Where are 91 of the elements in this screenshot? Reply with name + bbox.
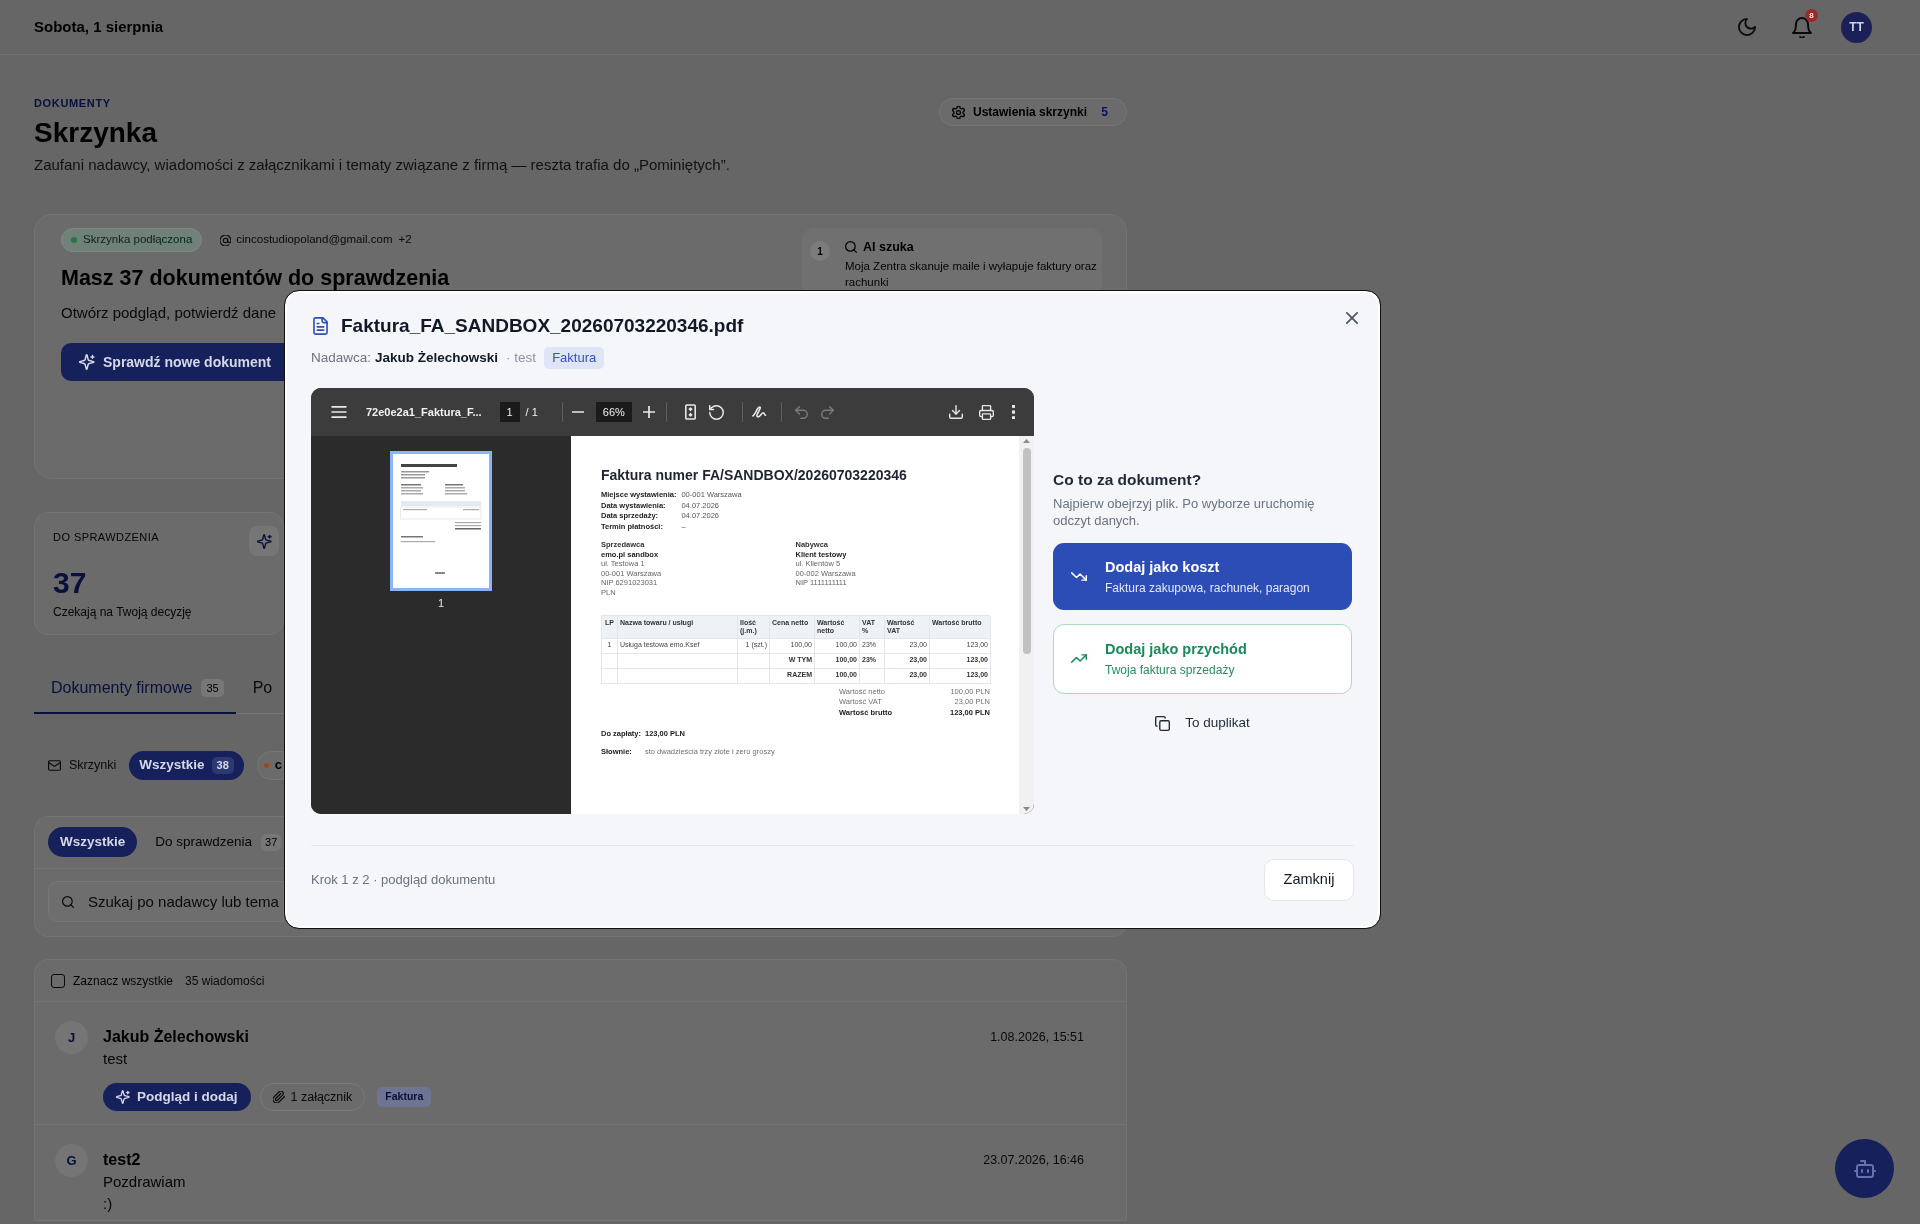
page-subtitle: Zaufani nadawcy, wiadomości z załącznikami i tematy związane z firmą — reszta trafia do „Pominiętych”. — [34, 155, 730, 175]
copy-icon — [1155, 716, 1171, 731]
add-as-income-button[interactable]: Dodaj jako przychód Twoja faktura sprzedaży — [1053, 623, 1352, 694]
user-avatar[interactable]: TT — [1841, 11, 1872, 43]
preview-and-add-button[interactable]: Podgląd i dodaj — [103, 1083, 251, 1111]
message-date: 23.07.2026, 16:46 — [983, 1152, 1084, 1169]
empty-table-cell — [860, 668, 885, 684]
mailbox-filter-label: Skrzynki — [69, 756, 117, 774]
sparkle-icon — [116, 1090, 130, 1104]
file-name: 72e0e2a1_Faktura_F... — [366, 404, 482, 420]
gear-icon — [952, 105, 965, 119]
extra-accounts-count: +2 — [398, 232, 412, 248]
tab[interactable]: Dokumenty firmowe 35 — [34, 663, 236, 714]
notification-count: 8 — [1805, 8, 1818, 22]
page-number-field[interactable]: 1 — [499, 402, 520, 422]
check-documents-button[interactable]: Sprawdź nowe dokument — [61, 343, 284, 381]
section-eyebrow: DOKUMENTY — [34, 97, 112, 110]
duplicate-button[interactable]: To duplikat — [1155, 713, 1250, 734]
close-button[interactable]: Zamknij — [1264, 859, 1354, 901]
sender-name: Jakub Żelechowski — [103, 1027, 250, 1047]
page-title: Skrzynka — [34, 116, 159, 150]
select-all-checkbox[interactable] — [51, 973, 65, 988]
add-as-cost-button[interactable]: Dodaj jako koszt Faktura zakupowa, rachunek, paragon — [1053, 542, 1352, 610]
bell-icon[interactable] — [1792, 16, 1812, 38]
download-icon[interactable] — [949, 405, 963, 419]
scrollbar[interactable] — [1019, 436, 1034, 814]
document-type-tag: Faktura — [377, 1087, 432, 1107]
step-description: Moja Zentra skanuje maile i wyłapuje faktury oraz rachunki — [845, 259, 1097, 290]
thumbnail-label: 1 — [437, 596, 445, 611]
message-text: Pozdrawiam — [103, 1172, 187, 1192]
search-icon — [845, 241, 857, 253]
status-filter-tab[interactable]: Do sprawdzenia 37 — [155, 827, 282, 857]
document-type-tag: Faktura — [544, 347, 605, 369]
trending-up-icon — [1071, 654, 1087, 663]
subject-text: · test — [506, 348, 537, 367]
sender-avatar: J — [55, 1021, 88, 1054]
at-sign-icon — [220, 234, 232, 246]
trending-down-icon — [1071, 571, 1087, 581]
scroll-down-arrow-icon[interactable] — [1023, 807, 1030, 811]
mailbox-chip[interactable]: c — [256, 750, 284, 780]
date-label: Sobota, 1 sierpnia — [34, 17, 164, 37]
sender-avatar: G — [55, 1144, 88, 1177]
moon-icon[interactable] — [1738, 18, 1756, 36]
scroll-up-arrow-icon[interactable] — [1023, 439, 1030, 443]
zoom-in-icon[interactable] — [642, 406, 655, 418]
search-field[interactable]: Szukaj po nadawcy lub tema — [48, 881, 284, 922]
sender-label: Nadawca: — [311, 348, 372, 367]
stat-label: DO SPRAWDZENIA — [53, 530, 159, 544]
sender-name: Jakub Żelechowski — [375, 348, 499, 367]
search-icon — [62, 895, 74, 908]
close-icon[interactable] — [1346, 312, 1358, 324]
mailbox-chip[interactable]: Wszystkie 38 — [129, 750, 244, 780]
stat-value: 37 — [53, 566, 88, 600]
summary-title: Masz 37 dokumentów do sprawdzenia — [61, 266, 450, 290]
message-text: test — [103, 1049, 129, 1069]
status-filter-tab[interactable]: Wszystkie — [48, 827, 138, 857]
email-address: cincostudiopoland@gmail.com — [236, 232, 393, 248]
step-indicator: Krok 1 z 2 · podgląd dokumentu — [311, 871, 496, 890]
empty-table-cell — [738, 668, 770, 684]
document-icon — [313, 317, 328, 335]
modal-title: Faktura_FA_SANDBOX_20260703220346.pdf — [341, 314, 744, 338]
robot-icon — [1853, 1159, 1876, 1178]
fit-page-icon[interactable] — [684, 404, 696, 420]
paperclip-icon — [272, 1091, 285, 1103]
sender-name: test2 — [103, 1150, 142, 1170]
rotate-icon[interactable] — [708, 404, 724, 420]
menu-icon[interactable] — [331, 406, 347, 418]
empty-table-cell — [738, 653, 770, 669]
message-text: :) — [103, 1194, 114, 1214]
message-count: 35 wiadomości — [185, 972, 265, 990]
message-date: 1.08.2026, 15:51 — [990, 1029, 1084, 1046]
draw-icon[interactable] — [751, 405, 768, 419]
print-icon[interactable] — [979, 404, 994, 420]
stat-caption: Czekają na Twoją decyzję — [53, 604, 193, 620]
inbox-settings-button[interactable]: Ustawienia skrzynki 5 — [939, 98, 1127, 126]
invoice-title: Faktura numer FA/SANDBOX/20260703220346 — [601, 466, 908, 485]
select-all-label: Zaznacz wszystkie — [73, 972, 174, 990]
scrollbar-thumb[interactable] — [1022, 448, 1031, 654]
attachment-count: 1 załącznik — [290, 1088, 353, 1106]
sparkle-icon — [249, 526, 279, 556]
status-label: Skrzynka podłączona — [83, 232, 193, 248]
question-hint: Najpierw obejrzyj plik. Po wyborze uruchomię odczyt danych. — [1053, 494, 1316, 529]
page-count: / 1 — [525, 404, 538, 420]
more-options-icon[interactable] — [1012, 405, 1015, 419]
zoom-field[interactable]: 66% — [595, 402, 632, 422]
step-title: AI szuka — [863, 238, 914, 256]
mail-icon — [48, 759, 61, 771]
summary-subtitle: Otwórz podgląd, potwierdź dane — [61, 303, 277, 323]
step-number: 1 — [810, 241, 830, 261]
sparkle-icon — [79, 354, 95, 370]
question-title: Co to za dokument? — [1053, 469, 1203, 490]
